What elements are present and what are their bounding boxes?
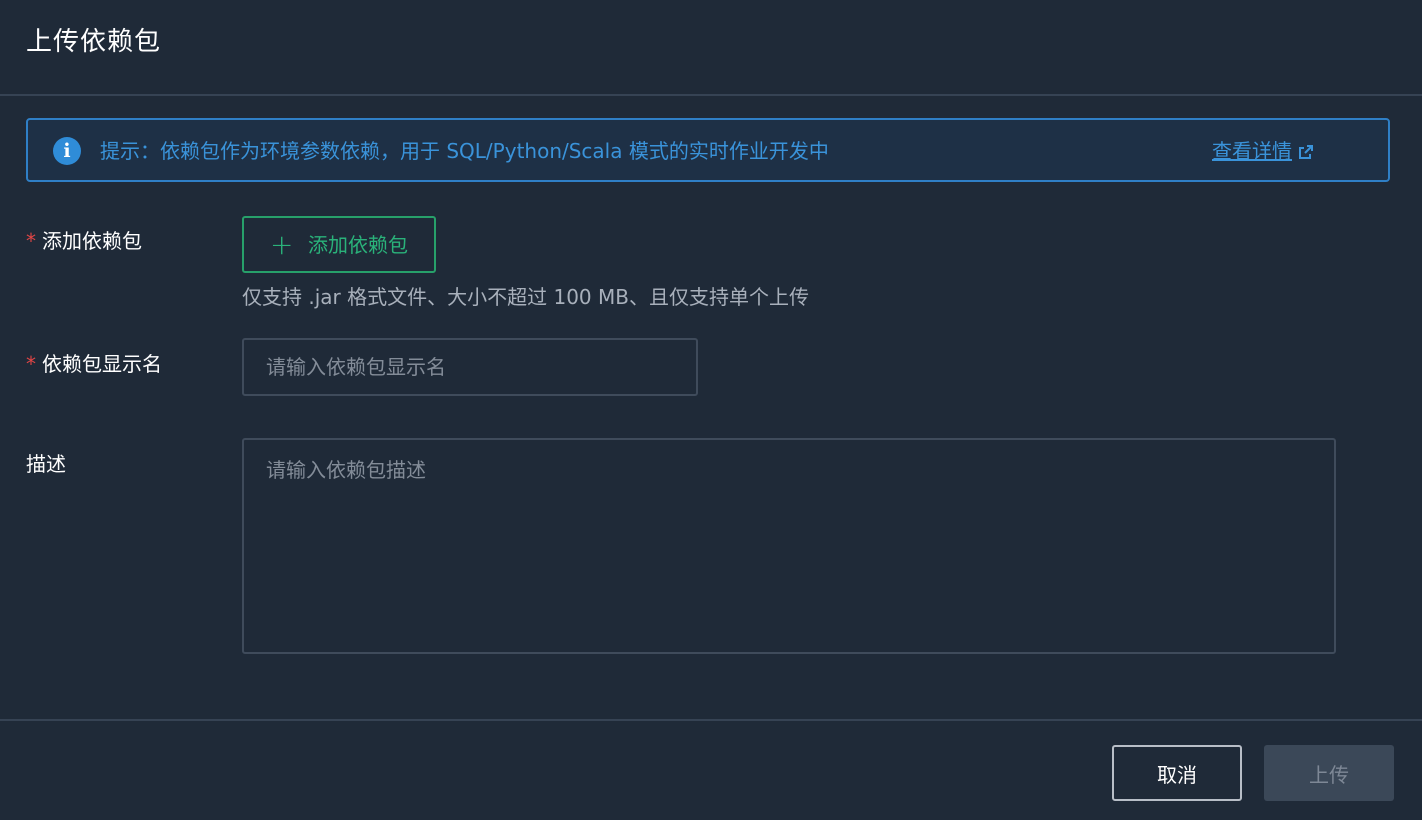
dialog-title: 上传依赖包 [26,27,162,57]
display-name-label-text: 依赖包显示名 [42,352,162,376]
description-label: 描述 [26,452,66,476]
view-details-label: 查看详情 [1212,139,1292,163]
plus-icon: + [270,228,294,261]
dialog-header: 上传依赖包 [0,0,1422,96]
cancel-button[interactable]: 取消 [1112,745,1242,801]
notice-text: 提示：依赖包作为环境参数依赖，用于 SQL/Python/Scala 模式的实时… [100,139,829,163]
view-details-link[interactable]: 查看详情 [1212,136,1314,166]
add-package-button-label: 添加依赖包 [308,233,408,257]
required-mark: * [26,229,36,253]
add-package-label-text: 添加依赖包 [42,229,142,253]
add-package-label: * 添加依赖包 [26,226,142,256]
required-mark: * [26,352,36,376]
display-name-input[interactable] [242,338,698,396]
external-link-icon [1299,145,1313,159]
description-textarea[interactable] [242,438,1336,654]
add-package-button[interactable]: + 添加依赖包 [242,216,436,273]
file-hint: 仅支持 .jar 格式文件、大小不超过 100 MB、且仅支持单个上传 [242,285,809,309]
upload-dependency-dialog: 上传依赖包 i 提示：依赖包作为环境参数依赖，用于 SQL/Python/Sca… [0,0,1422,820]
dialog-footer: 取消 上传 [0,719,1422,820]
info-icon: i [53,137,81,165]
info-notice: i 提示：依赖包作为环境参数依赖，用于 SQL/Python/Scala 模式的… [26,118,1390,182]
upload-button[interactable]: 上传 [1264,745,1394,801]
display-name-label: * 依赖包显示名 [26,349,162,379]
